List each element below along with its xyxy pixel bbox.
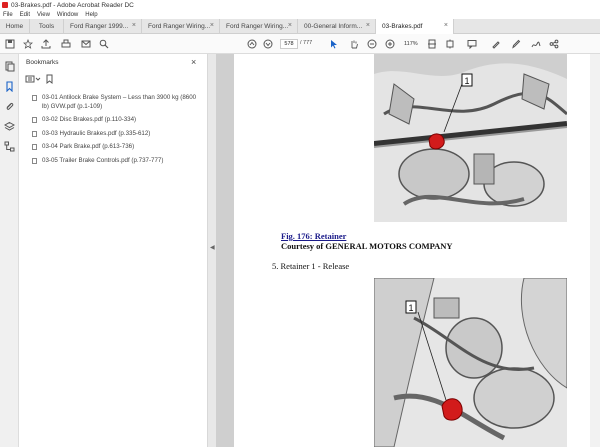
- menu-view[interactable]: View: [37, 12, 50, 18]
- window-titlebar: 03-Brakes.pdf - Adobe Acrobat Reader DC: [0, 0, 600, 10]
- callout-label-bottom: 1: [408, 303, 413, 313]
- tab-home[interactable]: Home: [0, 19, 30, 34]
- layers-icon[interactable]: [3, 121, 16, 132]
- page-total: / 777: [300, 40, 313, 46]
- tab-doc-3[interactable]: Ford Ranger Wiring... ×: [220, 19, 298, 34]
- bookmark-list: 03-01 Antilock Brake System – Less than …: [19, 94, 208, 170]
- page-thumbnails-icon[interactable]: [4, 61, 15, 72]
- figure-credit: Courtesy of GENERAL MOTORS COMPANY: [281, 241, 453, 251]
- bookmark-icon[interactable]: [4, 81, 15, 93]
- tab-doc-1[interactable]: Ford Ranger 1999... ×: [64, 19, 142, 34]
- tab-doc-label: 00-General Inform...: [304, 23, 363, 30]
- scroll-mode-icon[interactable]: [444, 38, 456, 50]
- fit-page-icon[interactable]: [426, 38, 438, 50]
- bookmark-label: 03-02 Disc Brakes.pdf (p.110-334): [42, 116, 137, 123]
- bookmark-item[interactable]: 03-04 Park Brake.pdf (p.613-736): [19, 143, 208, 152]
- bookmark-item[interactable]: 03-05 Trailer Brake Controls.pdf (p.737-…: [19, 157, 208, 166]
- menu-window[interactable]: Window: [57, 12, 78, 18]
- share-icon[interactable]: [548, 38, 560, 50]
- close-icon[interactable]: ×: [132, 22, 136, 29]
- bookmark-item[interactable]: 03-03 Hydraulic Brakes.pdf (p.335-612): [19, 130, 208, 139]
- attachment-icon[interactable]: [4, 101, 15, 112]
- left-rail: [0, 54, 19, 447]
- tab-doc-label: Ford Ranger Wiring...: [148, 23, 211, 30]
- bookmark-options-icon[interactable]: [25, 75, 41, 83]
- close-icon[interactable]: ×: [444, 22, 448, 29]
- bookmark-page-icon: [32, 117, 37, 123]
- bookmark-page-icon: [32, 130, 37, 137]
- menu-help[interactable]: Help: [85, 12, 97, 18]
- menu-file[interactable]: File: [3, 12, 13, 18]
- procedure-step: 5. Retainer 1 - Release: [272, 261, 350, 271]
- bookmark-item[interactable]: 03-01 Antilock Brake System – Less than …: [19, 94, 208, 111]
- next-page-icon[interactable]: [262, 38, 274, 50]
- star-icon[interactable]: [22, 38, 34, 50]
- bookmark-item[interactable]: 03-02 Disc Brakes.pdf (p.110-334): [19, 116, 208, 125]
- vertical-scrollbar[interactable]: [590, 54, 600, 447]
- tab-home-label: Home: [5, 23, 24, 30]
- hand-icon[interactable]: [348, 38, 360, 50]
- pen-icon[interactable]: [510, 38, 522, 50]
- bookmark-label: 03-04 Park Brake.pdf (p.613-736): [42, 143, 135, 150]
- pdf-page: 1 Fig. 176: Retainer Courtesy of GENERAL…: [234, 54, 600, 447]
- bookmark-label: 03-03 Hydraulic Brakes.pdf (p.335-612): [42, 129, 151, 137]
- document-viewport[interactable]: 1 Fig. 176: Retainer Courtesy of GENERAL…: [216, 54, 600, 447]
- figure-title[interactable]: Fig. 176: Retainer: [281, 231, 346, 241]
- close-icon[interactable]: ×: [288, 22, 292, 29]
- zoom-in-icon[interactable]: [384, 38, 396, 50]
- tab-doc-label: 03-Brakes.pdf: [382, 23, 423, 30]
- highlight-icon[interactable]: [490, 38, 502, 50]
- tab-doc-5[interactable]: 03-Brakes.pdf ×: [376, 19, 454, 34]
- tab-tools[interactable]: Tools: [30, 19, 64, 34]
- bookmark-label: 03-05 Trailer Brake Controls.pdf (p.737-…: [42, 156, 164, 164]
- tab-tools-label: Tools: [38, 23, 55, 30]
- save-icon[interactable]: [4, 38, 16, 50]
- bookmark-label: 03-01 Antilock Brake System – Less than …: [42, 94, 197, 110]
- tab-bar: Home Tools Ford Ranger 1999... × Ford Ran…: [0, 19, 600, 34]
- bookmarks-panel: Bookmarks × 03-01 Antilock Brake System …: [19, 54, 208, 447]
- bookmark-page-icon: [32, 144, 37, 150]
- window-title: 03-Brakes.pdf - Adobe Acrobat Reader DC: [11, 1, 134, 9]
- bookmarks-title: Bookmarks: [26, 59, 59, 66]
- print-icon[interactable]: [60, 38, 72, 50]
- figure-image-bottom: 1: [374, 278, 567, 447]
- tab-doc-label: Ford Ranger 1999...: [70, 23, 129, 30]
- figure-image-top: 1: [374, 54, 567, 222]
- zoom-level[interactable]: 117%: [404, 39, 428, 49]
- zoom-out-icon[interactable]: [366, 38, 378, 50]
- prev-page-icon[interactable]: [246, 38, 258, 50]
- mail-icon[interactable]: [80, 38, 92, 50]
- tab-doc-label: Ford Ranger Wiring...: [226, 23, 289, 30]
- bookmark-page-icon: [32, 157, 37, 164]
- tab-doc-2[interactable]: Ford Ranger Wiring... ×: [142, 19, 220, 34]
- sign-icon[interactable]: [530, 38, 542, 50]
- collapse-panel-icon[interactable]: ◀: [210, 244, 215, 251]
- upload-icon[interactable]: [40, 38, 52, 50]
- structure-icon[interactable]: [4, 141, 15, 152]
- search-icon[interactable]: [98, 38, 110, 50]
- callout-label-top: 1: [464, 76, 469, 86]
- bookmark-toolbar: [25, 73, 65, 85]
- menu-edit[interactable]: Edit: [20, 12, 30, 18]
- tab-doc-4[interactable]: 00-General Inform... ×: [298, 19, 376, 34]
- comment-icon[interactable]: [466, 38, 478, 50]
- new-bookmark-icon[interactable]: [46, 74, 53, 85]
- panel-splitter[interactable]: ◀: [208, 54, 216, 447]
- close-icon[interactable]: ×: [366, 22, 370, 29]
- select-cursor-icon[interactable]: [328, 38, 340, 50]
- acrobat-icon: [2, 2, 8, 8]
- menu-bar: File Edit View Window Help: [0, 10, 600, 19]
- main-toolbar: 578 / 777 117%: [0, 34, 600, 54]
- close-icon[interactable]: ×: [210, 22, 214, 29]
- close-icon[interactable]: ×: [191, 57, 196, 67]
- page-number-input[interactable]: 578: [280, 39, 298, 49]
- bookmark-page-icon: [32, 95, 37, 101]
